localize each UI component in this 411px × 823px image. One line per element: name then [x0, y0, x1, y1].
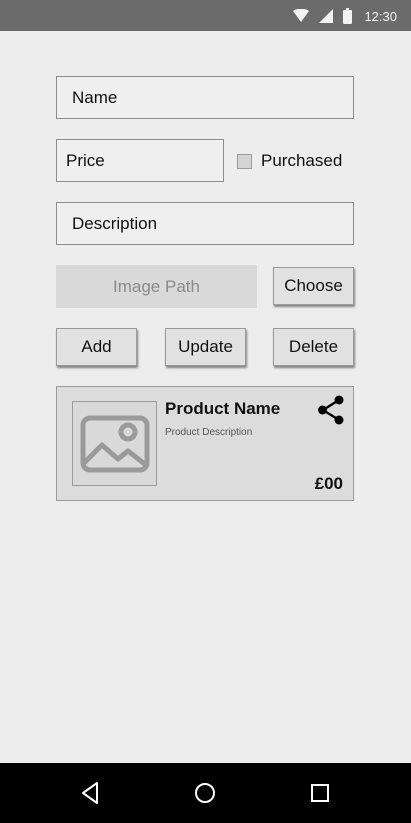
choose-button-label: Choose — [284, 276, 343, 295]
image-path-text: Image Path — [113, 276, 200, 296]
purchased-checkbox-label: Purchased — [261, 151, 343, 170]
description-field-text: Description — [72, 213, 158, 233]
content-area: Name Price Purchased Description Image P… — [0, 31, 411, 763]
update-button-label: Update — [178, 337, 233, 356]
name-field-text: Name — [72, 87, 118, 107]
delete-button-label: Delete — [288, 337, 339, 356]
image-path-field: Image Path — [56, 265, 257, 308]
navigation-bar — [0, 763, 411, 823]
product-thumbnail — [72, 401, 157, 486]
status-icons: 12:30 — [293, 6, 397, 26]
product-card[interactable]: Product Name Product Description £00 — [56, 386, 354, 501]
choose-button[interactable]: Choose — [273, 267, 354, 305]
product-price: £00 — [314, 474, 343, 493]
recents-icon[interactable] — [308, 781, 332, 805]
product-description: Product Description — [165, 427, 253, 438]
name-field[interactable]: Name — [56, 76, 354, 119]
wifi-icon — [293, 9, 310, 22]
purchased-checkbox[interactable] — [237, 153, 252, 169]
price-field-text: Price — [66, 150, 105, 170]
delete-button[interactable]: Delete — [273, 328, 354, 366]
home-icon[interactable] — [193, 781, 217, 805]
share-icon[interactable] — [317, 395, 344, 425]
status-bar: 12:30 — [0, 0, 411, 31]
back-icon[interactable] — [79, 781, 103, 805]
cellular-signal-icon — [319, 9, 334, 23]
battery-icon — [343, 8, 353, 24]
image-placeholder-icon — [80, 415, 149, 472]
purchased-checkbox-row[interactable]: Purchased — [237, 151, 342, 171]
description-field[interactable]: Description — [56, 202, 354, 245]
add-button[interactable]: Add — [56, 328, 137, 366]
product-name: Product Name — [165, 399, 281, 418]
status-time: 12:30 — [364, 8, 397, 24]
price-field[interactable]: Price — [56, 139, 224, 182]
add-button-label: Add — [81, 337, 112, 356]
update-button[interactable]: Update — [165, 328, 246, 366]
